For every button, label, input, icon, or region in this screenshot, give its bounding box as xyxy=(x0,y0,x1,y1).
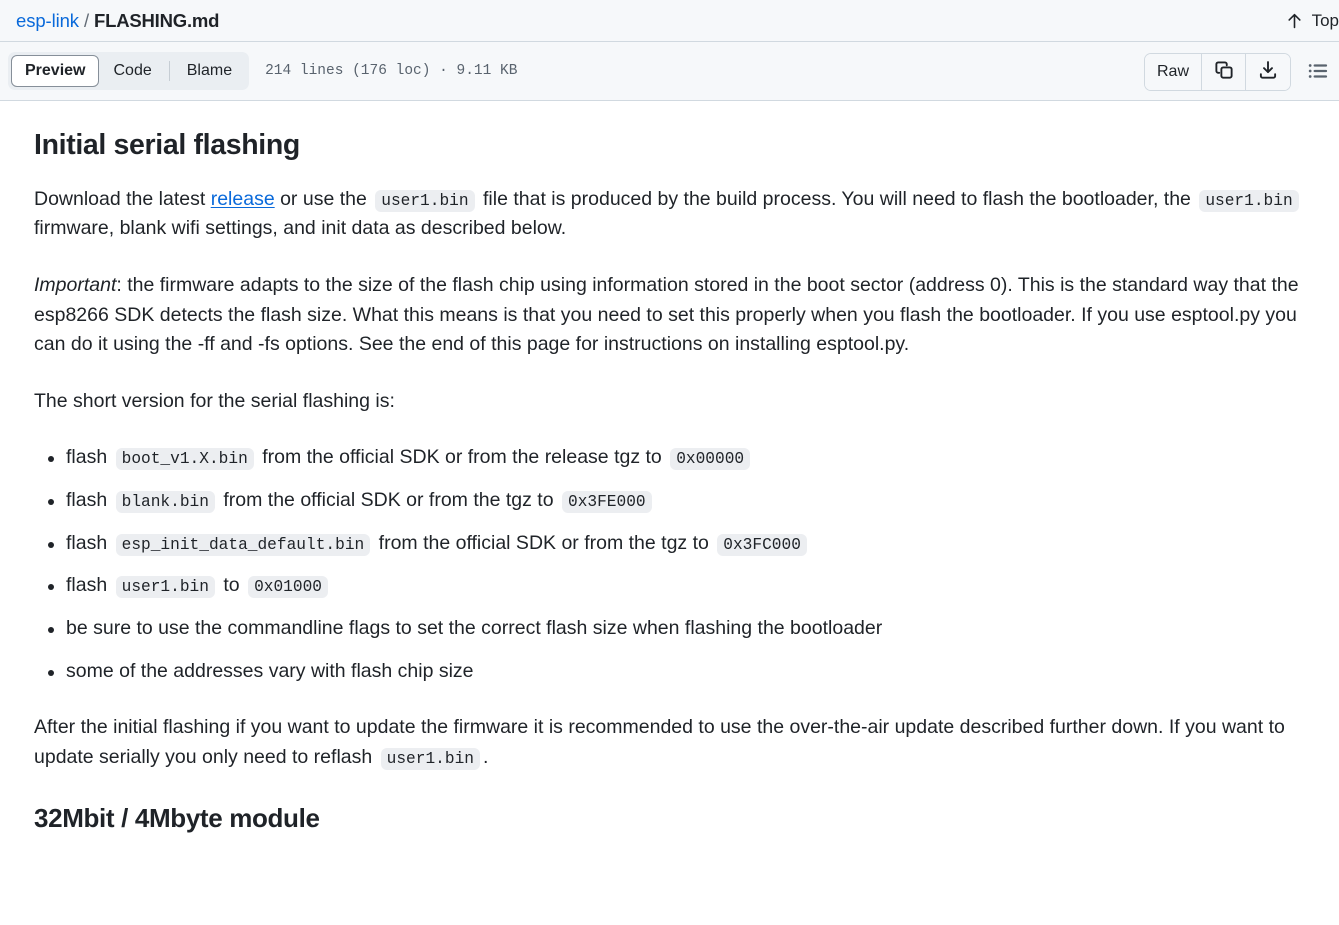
copy-button[interactable] xyxy=(1202,54,1246,90)
code-blank-bin: blank.bin xyxy=(115,491,215,513)
breadcrumb: esp-link / FLASHING.md xyxy=(16,10,219,32)
list-item: flash esp_init_data_default.bin from the… xyxy=(48,529,1305,559)
segment-divider xyxy=(168,61,170,81)
code-address: 0x3FE000 xyxy=(561,491,652,513)
breadcrumb-separator: / xyxy=(83,9,89,31)
code-address: 0x3FC000 xyxy=(717,533,807,556)
view-mode-segmented-control: Preview Code Blame xyxy=(8,52,250,90)
paragraph-download: Download the latest release or use the u… xyxy=(34,185,1305,244)
text-fragment: file that is produced by the build proce… xyxy=(477,187,1197,210)
flash-steps-list: flash boot_v1.X.bin from the official SD… xyxy=(34,443,1305,686)
file-meta-info: 214 lines (176 loc) · 9.11 KB xyxy=(265,63,518,79)
back-to-top-link[interactable]: Top xyxy=(1286,0,1339,41)
tab-blame[interactable]: Blame xyxy=(173,55,246,87)
text-fragment: some of the addresses vary with flash ch… xyxy=(66,659,474,682)
list-item: be sure to use the commandline flags to … xyxy=(48,614,1305,644)
breadcrumb-repo-link[interactable]: esp-link xyxy=(16,10,79,32)
outline-toggle-button[interactable] xyxy=(1301,55,1335,89)
text-fragment: from the official SDK or from the releas… xyxy=(256,446,668,469)
text-fragment: to xyxy=(217,574,246,597)
list-item: some of the addresses vary with flash ch… xyxy=(48,657,1305,687)
toolbar-actions: Raw xyxy=(1143,42,1335,102)
tab-code[interactable]: Code xyxy=(99,55,165,87)
code-esp-init-bin: esp_init_data_default.bin xyxy=(115,533,371,556)
text-fragment: firmware, blank wifi settings, and init … xyxy=(34,217,567,240)
copy-icon xyxy=(1214,60,1234,85)
file-header: esp-link / FLASHING.md Top xyxy=(0,0,1339,41)
download-icon xyxy=(1258,60,1278,85)
release-link[interactable]: release xyxy=(211,188,275,210)
page-title: Initial serial flashing xyxy=(34,129,300,161)
text-fragment: flash xyxy=(66,531,113,554)
text-fragment: After the initial flashing if you want t… xyxy=(34,716,1285,768)
text-fragment: flash xyxy=(66,574,113,597)
text-fragment: or use the xyxy=(274,187,373,210)
list-item: flash user1.bin to 0x01000 xyxy=(48,571,1305,601)
file-toolbar: Preview Code Blame 214 lines (176 loc) ·… xyxy=(0,41,1339,101)
text-fragment: from the official SDK or from the tgz to xyxy=(217,489,559,511)
paragraph-after-flashing: After the initial flashing if you want t… xyxy=(34,713,1305,772)
list-item: flash boot_v1.X.bin from the official SD… xyxy=(48,443,1305,473)
code-address: 0x00000 xyxy=(670,448,751,471)
section-heading-32mbit: 32Mbit / 4Mbyte module xyxy=(34,803,320,834)
back-to-top-label: Top xyxy=(1311,10,1339,30)
code-boot-bin: boot_v1.X.bin xyxy=(115,448,254,471)
paragraph-important: Important: the firmware adapts to the si… xyxy=(34,271,1305,360)
unordered-list-icon xyxy=(1307,60,1329,85)
code-user1bin: user1.bin xyxy=(1199,189,1299,212)
text-fragment: : the firmware adapts to the size of the… xyxy=(34,273,1299,356)
text-fragment: . xyxy=(482,745,489,768)
text-fragment: flash xyxy=(66,446,113,469)
list-item: flash blank.bin from the official SDK or… xyxy=(48,486,1305,516)
breadcrumb-filename: FLASHING.md xyxy=(94,9,220,31)
code-user1bin: user1.bin xyxy=(115,576,215,599)
file-action-button-group: Raw xyxy=(1143,53,1291,91)
text-fragment: be sure to use the commandline flags to … xyxy=(66,616,883,639)
text-fragment: Download the latest xyxy=(34,187,211,210)
code-user1bin: user1.bin xyxy=(375,189,475,212)
important-emphasis: Important xyxy=(34,273,117,296)
tab-preview[interactable]: Preview xyxy=(11,55,100,87)
text-fragment: flash xyxy=(66,489,113,511)
markdown-content: Initial serial flashing Download the lat… xyxy=(0,101,1339,835)
arrow-up-icon xyxy=(1286,11,1303,30)
download-button[interactable] xyxy=(1246,54,1290,90)
paragraph-short-version: The short version for the serial flashin… xyxy=(34,389,395,412)
code-user1bin: user1.bin xyxy=(380,747,480,770)
text-fragment: from the official SDK or from the tgz to xyxy=(373,531,715,554)
raw-button[interactable]: Raw xyxy=(1144,54,1202,90)
code-address: 0x01000 xyxy=(248,576,328,599)
